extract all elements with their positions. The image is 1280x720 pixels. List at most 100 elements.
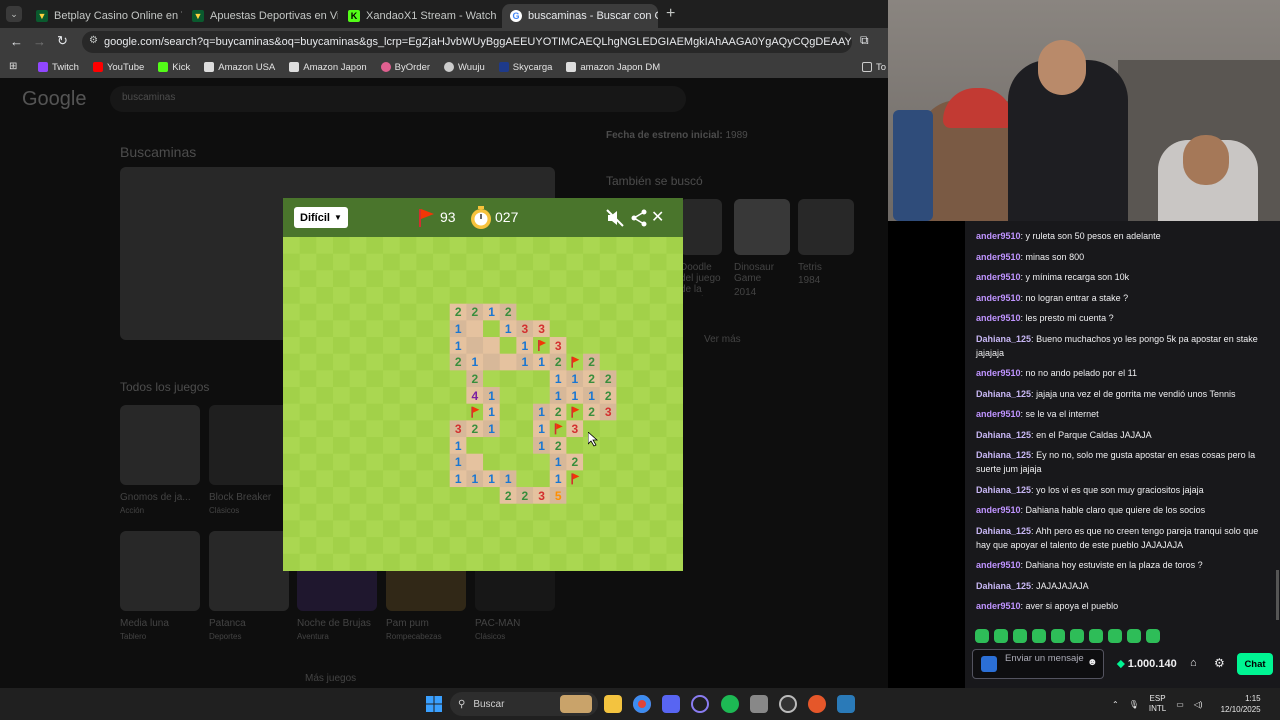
covered-cell[interactable] <box>633 403 651 421</box>
covered-cell[interactable] <box>566 253 584 271</box>
cell-number[interactable]: 2 <box>450 304 467 321</box>
covered-cell[interactable] <box>433 253 451 271</box>
covered-cell[interactable] <box>466 270 484 288</box>
covered-cell[interactable] <box>299 570 317 571</box>
covered-cell[interactable] <box>516 270 534 288</box>
covered-cell[interactable] <box>349 353 367 371</box>
covered-cell[interactable] <box>516 387 534 405</box>
emote-icon[interactable] <box>1032 629 1046 643</box>
cell-number[interactable]: 3 <box>533 487 550 504</box>
cell-number[interactable]: 3 <box>566 420 583 437</box>
covered-cell[interactable] <box>449 403 467 421</box>
covered-cell[interactable] <box>583 320 601 338</box>
emoji-icon[interactable]: ☻ <box>1087 657 1098 668</box>
covered-cell[interactable] <box>533 520 551 538</box>
covered-cell[interactable] <box>666 437 683 455</box>
covered-cell[interactable] <box>449 553 467 571</box>
covered-cell[interactable] <box>666 453 683 471</box>
covered-cell[interactable] <box>399 370 417 388</box>
covered-cell[interactable] <box>283 437 301 455</box>
covered-cell[interactable] <box>399 320 417 338</box>
covered-cell[interactable] <box>516 470 534 488</box>
covered-cell[interactable] <box>633 503 651 521</box>
app-icon[interactable] <box>808 695 826 713</box>
covered-cell[interactable] <box>366 370 384 388</box>
covered-cell[interactable] <box>416 453 434 471</box>
covered-cell[interactable] <box>333 537 351 555</box>
covered-cell[interactable] <box>566 570 584 571</box>
tab-apuestas[interactable]: ▼ Apuestas Deportivas en Vivo | A ✕ <box>184 4 338 28</box>
chat-username[interactable]: Dahiana_125 <box>976 430 1031 440</box>
covered-cell[interactable] <box>316 303 334 321</box>
covered-cell[interactable] <box>416 303 434 321</box>
covered-cell[interactable] <box>416 420 434 438</box>
covered-cell[interactable] <box>633 287 651 305</box>
covered-cell[interactable] <box>299 487 317 505</box>
cell-number[interactable]: 2 <box>466 420 483 437</box>
network-icon[interactable]: ▭ <box>1176 700 1184 709</box>
covered-cell[interactable] <box>633 470 651 488</box>
covered-cell[interactable] <box>616 320 634 338</box>
cell-number[interactable]: 1 <box>500 320 517 337</box>
clock[interactable]: 1:15 12/10/2025 <box>1221 693 1261 715</box>
covered-cell[interactable] <box>499 270 517 288</box>
covered-cell[interactable] <box>283 487 301 505</box>
discord-icon[interactable] <box>662 695 680 713</box>
bookmark-amazon-japon[interactable]: Amazon Japon <box>289 62 367 73</box>
covered-cell[interactable] <box>516 537 534 555</box>
covered-cell[interactable] <box>649 320 667 338</box>
covered-cell[interactable] <box>533 303 551 321</box>
covered-cell[interactable] <box>399 403 417 421</box>
covered-cell[interactable] <box>433 470 451 488</box>
covered-cell[interactable] <box>599 487 617 505</box>
covered-cell[interactable] <box>616 387 634 405</box>
covered-cell[interactable] <box>283 503 301 521</box>
covered-cell[interactable] <box>349 237 367 255</box>
covered-cell[interactable] <box>433 303 451 321</box>
covered-cell[interactable] <box>499 520 517 538</box>
covered-cell[interactable] <box>416 437 434 455</box>
covered-cell[interactable] <box>299 270 317 288</box>
chat-username[interactable]: ander9510 <box>976 505 1021 515</box>
cell-number[interactable]: 3 <box>516 320 533 337</box>
cell-number[interactable]: 2 <box>516 487 533 504</box>
covered-cell[interactable] <box>549 287 567 305</box>
covered-cell[interactable] <box>516 437 534 455</box>
covered-cell[interactable] <box>666 270 683 288</box>
covered-cell[interactable] <box>649 253 667 271</box>
covered-cell[interactable] <box>483 553 501 571</box>
covered-cell[interactable] <box>583 487 601 505</box>
covered-cell[interactable] <box>599 237 617 255</box>
covered-cell[interactable] <box>333 470 351 488</box>
revealed-cell[interactable] <box>466 320 484 338</box>
covered-cell[interactable] <box>433 337 451 355</box>
covered-cell[interactable] <box>666 537 683 555</box>
covered-cell[interactable] <box>316 487 334 505</box>
covered-cell[interactable] <box>416 470 434 488</box>
covered-cell[interactable] <box>316 337 334 355</box>
covered-cell[interactable] <box>499 537 517 555</box>
cell-number[interactable]: 3 <box>533 320 550 337</box>
covered-cell[interactable] <box>383 320 401 338</box>
covered-cell[interactable] <box>283 370 301 388</box>
covered-cell[interactable] <box>333 270 351 288</box>
covered-cell[interactable] <box>349 520 367 538</box>
cell-number[interactable]: 1 <box>450 470 467 487</box>
covered-cell[interactable] <box>533 237 551 255</box>
bookmark-amazon-usa[interactable]: Amazon USA <box>204 62 275 73</box>
covered-cell[interactable] <box>449 370 467 388</box>
covered-cell[interactable] <box>333 570 351 571</box>
covered-cell[interactable] <box>449 570 467 571</box>
covered-cell[interactable] <box>549 520 567 538</box>
covered-cell[interactable] <box>616 537 634 555</box>
covered-cell[interactable] <box>533 253 551 271</box>
covered-cell[interactable] <box>366 253 384 271</box>
covered-cell[interactable] <box>599 553 617 571</box>
covered-cell[interactable] <box>666 520 683 538</box>
covered-cell[interactable] <box>316 403 334 421</box>
covered-cell[interactable] <box>433 420 451 438</box>
covered-cell[interactable] <box>466 503 484 521</box>
cell-number[interactable]: 1 <box>533 404 550 421</box>
covered-cell[interactable] <box>616 503 634 521</box>
covered-cell[interactable] <box>449 387 467 405</box>
